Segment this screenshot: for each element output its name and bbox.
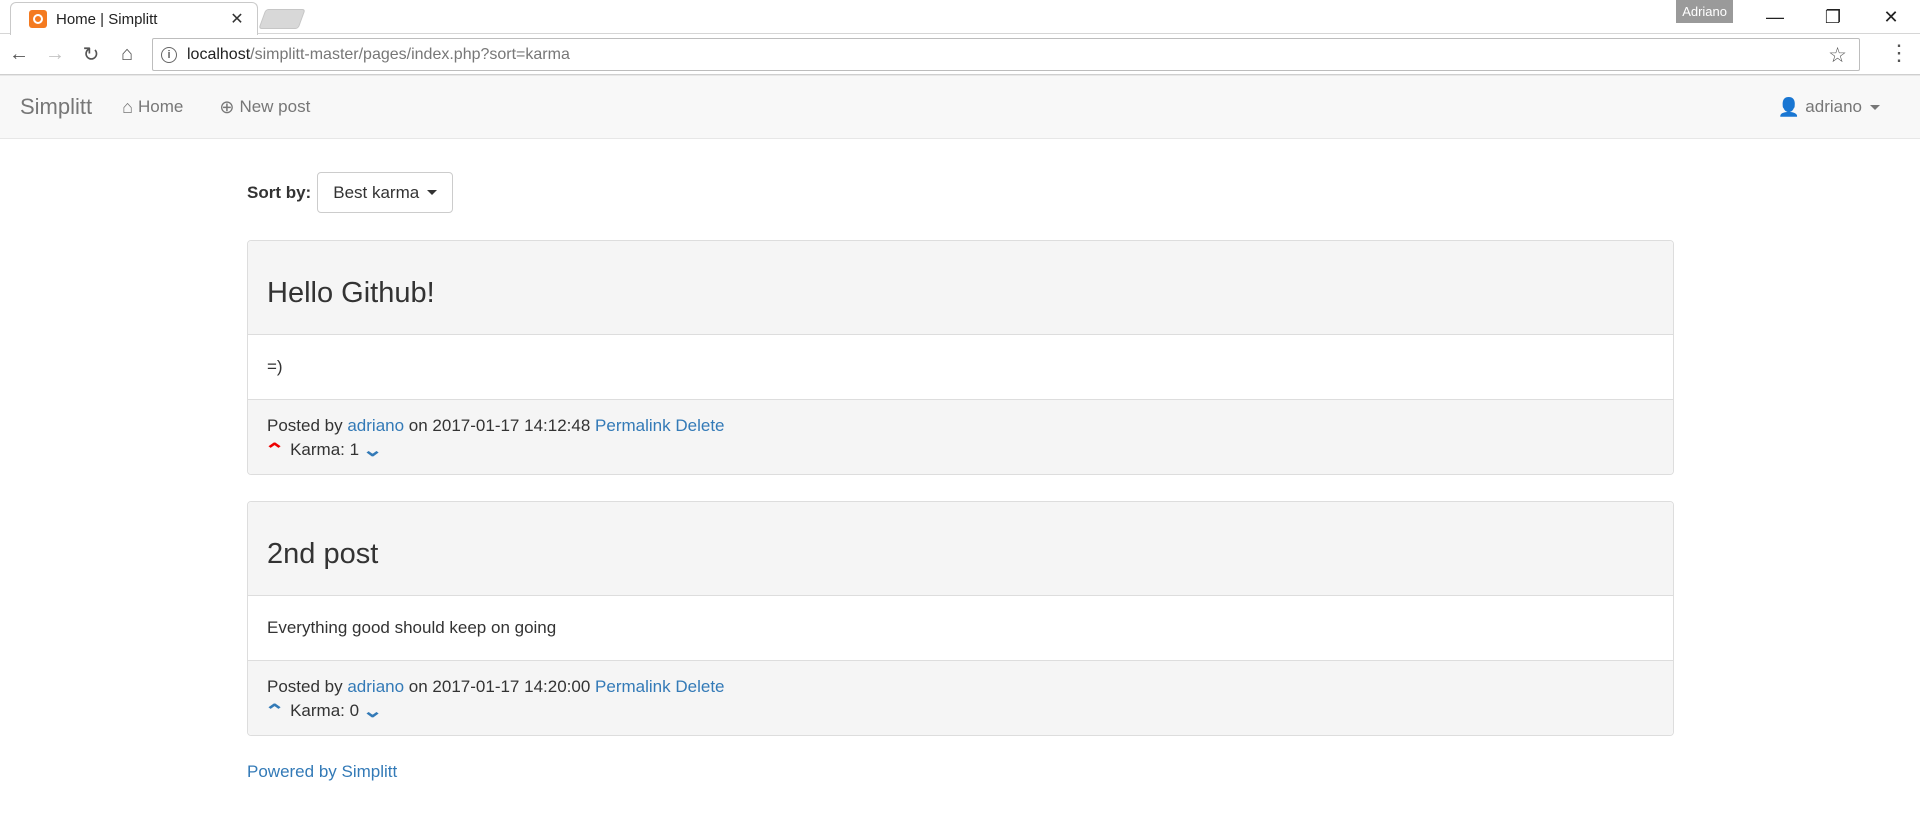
url-host: localhost bbox=[187, 45, 251, 63]
permalink-link[interactable]: Permalink bbox=[595, 416, 671, 435]
nav-home[interactable]: ⌂ Home bbox=[122, 97, 183, 118]
url-text: localhost/simplitt-master/pages/index.ph… bbox=[187, 46, 570, 64]
browser-home-icon[interactable]: ⌂ bbox=[110, 37, 144, 71]
post-date: on 2017-01-17 14:20:00 bbox=[408, 677, 591, 696]
post-footer: Posted by adriano on 2017-01-17 14:20:00… bbox=[248, 660, 1673, 735]
bookmark-star-icon[interactable]: ☆ bbox=[1828, 43, 1847, 68]
user-icon: 👤 bbox=[1777, 96, 1801, 117]
delete-link[interactable]: Delete bbox=[675, 416, 724, 435]
post-body: =) bbox=[267, 357, 283, 376]
minimize-icon[interactable]: — bbox=[1746, 0, 1804, 34]
plus-circle-icon: ⊕ bbox=[219, 96, 235, 117]
post-body: Everything good should keep on going bbox=[267, 618, 557, 637]
powered-by-link[interactable]: Powered by Simplitt bbox=[247, 762, 397, 781]
profile-chip[interactable]: Adriano bbox=[1676, 0, 1733, 23]
browser-toolbar: ← → ↻ ⌂ i localhost/simplitt-master/page… bbox=[0, 34, 1920, 75]
browser-menu-icon[interactable]: ⋮ bbox=[1888, 42, 1910, 64]
site-info-icon[interactable]: i bbox=[161, 46, 177, 63]
caret-down-icon bbox=[1870, 104, 1880, 110]
post-meta: Posted by adriano on 2017-01-17 14:20:00… bbox=[267, 675, 1654, 699]
author-link[interactable]: adriano bbox=[347, 416, 404, 435]
address-bar[interactable]: i localhost/simplitt-master/pages/index.… bbox=[152, 38, 1860, 71]
post-title: 2nd post bbox=[267, 538, 379, 570]
nav-new-post-label: New post bbox=[239, 97, 311, 116]
sort-selected: Best karma bbox=[333, 182, 420, 202]
sort-dropdown[interactable]: Best karma bbox=[317, 172, 454, 213]
nav-home-label: Home bbox=[138, 97, 184, 116]
back-icon[interactable]: ← bbox=[2, 37, 36, 71]
restore-icon[interactable]: ❐ bbox=[1804, 0, 1862, 34]
tab-title: Home | Simplitt bbox=[56, 10, 158, 28]
nav-new-post[interactable]: ⊕ New post bbox=[219, 97, 310, 118]
posted-by-label: Posted by bbox=[267, 677, 343, 696]
forward-icon[interactable]: → bbox=[38, 37, 72, 71]
author-link[interactable]: adriano bbox=[347, 677, 404, 696]
post-panel: 2nd post Everything good should keep on … bbox=[247, 501, 1674, 736]
delete-link[interactable]: Delete bbox=[675, 677, 724, 696]
browser-tab-strip: Home | Simplitt ✕ Adriano — ❐ ✕ bbox=[0, 0, 1920, 35]
brand-link[interactable]: Simplitt bbox=[20, 94, 92, 120]
karma-value: Karma: 0 bbox=[290, 701, 360, 720]
user-dropdown[interactable]: 👤 adriano bbox=[1778, 76, 1880, 138]
url-path: /simplitt-master/pages/index.php?sort=ka… bbox=[250, 45, 570, 63]
post-heading: Hello Github! bbox=[248, 241, 1673, 335]
post-heading: 2nd post bbox=[248, 502, 1673, 596]
tab-close-icon[interactable]: ✕ bbox=[229, 9, 245, 29]
post-meta: Posted by adriano on 2017-01-17 14:12:48… bbox=[267, 414, 1654, 438]
main-content: Sort by: Best karma Hello Github! =) Pos… bbox=[247, 172, 1674, 782]
upvote-chevron-up-icon[interactable]: ⌃ bbox=[264, 702, 285, 720]
karma-row: ⌃ Karma: 1 ⌄ bbox=[264, 438, 1654, 462]
sort-label: Sort by: bbox=[247, 182, 312, 202]
app-navbar: Simplitt ⌂ Home ⊕ New post 👤 adriano bbox=[0, 75, 1920, 139]
footer: Powered by Simplitt bbox=[247, 762, 1674, 782]
reload-icon[interactable]: ↻ bbox=[74, 37, 108, 71]
user-name: adriano bbox=[1805, 97, 1862, 116]
downvote-chevron-down-icon[interactable]: ⌄ bbox=[362, 441, 383, 459]
browser-tab[interactable]: Home | Simplitt ✕ bbox=[10, 2, 258, 35]
close-window-icon[interactable]: ✕ bbox=[1862, 0, 1920, 34]
favicon-icon bbox=[29, 10, 47, 28]
sort-row: Sort by: Best karma bbox=[247, 172, 1674, 213]
new-tab-button[interactable] bbox=[258, 9, 306, 29]
posted-by-label: Posted by bbox=[267, 416, 343, 435]
post-title: Hello Github! bbox=[267, 277, 435, 309]
upvote-chevron-up-icon[interactable]: ⌃ bbox=[264, 441, 285, 459]
karma-row: ⌃ Karma: 0 ⌄ bbox=[264, 699, 1654, 723]
post-panel: Hello Github! =) Posted by adriano on 20… bbox=[247, 240, 1674, 475]
downvote-chevron-down-icon[interactable]: ⌄ bbox=[362, 702, 383, 720]
caret-down-icon bbox=[427, 190, 438, 195]
karma-value: Karma: 1 bbox=[290, 440, 360, 459]
post-date: on 2017-01-17 14:12:48 bbox=[408, 416, 591, 435]
post-footer: Posted by adriano on 2017-01-17 14:12:48… bbox=[248, 399, 1673, 474]
home-icon: ⌂ bbox=[122, 96, 133, 117]
permalink-link[interactable]: Permalink bbox=[595, 677, 671, 696]
